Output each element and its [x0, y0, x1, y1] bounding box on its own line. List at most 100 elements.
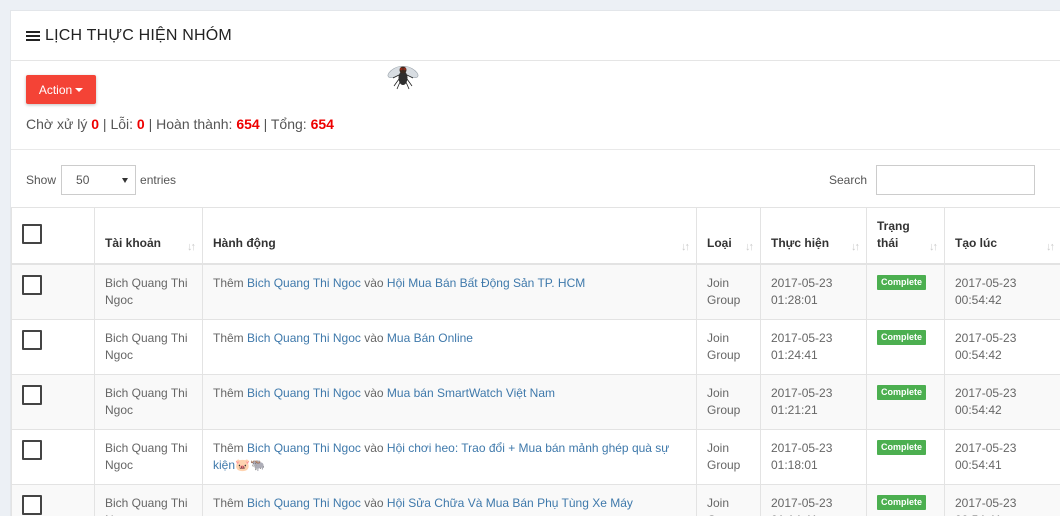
row-select-cell — [11, 263, 95, 320]
row-checkbox[interactable] — [22, 329, 42, 350]
error-count: 0 — [136, 116, 145, 132]
page-size-select[interactable]: 50 — [61, 165, 137, 195]
executed-cell: 2017-05-23 01:18:01 — [760, 428, 867, 485]
history-table: Tài khoản ↓↑ Hành động ↓↑ Loại ↓↑ Thực hiện… — [11, 207, 1060, 516]
type-cell: Join Group — [696, 318, 761, 375]
type-cell: Join Group — [696, 373, 761, 430]
row-checkbox[interactable] — [22, 274, 42, 295]
show-label: Show — [26, 173, 57, 187]
action-cell: Thêm Bich Quang Thi Ngoc vào Hội Mua Bán… — [202, 263, 697, 320]
created-cell: 2017-05-23 00:54:41 — [944, 483, 1060, 516]
pending-count: 0 — [91, 116, 100, 132]
pending-label: Chờ xử lý — [26, 116, 88, 132]
column-header-executed[interactable]: Thực hiện ↓↑ — [760, 207, 867, 265]
created-cell: 2017-05-23 00:54:42 — [944, 263, 1060, 320]
type-cell: Join Group — [696, 428, 761, 485]
created-cell: 2017-05-23 00:54:41 — [944, 428, 1060, 485]
status-cell: Complete — [866, 483, 945, 516]
status-badge: Complete — [877, 494, 927, 510]
status-badge: Complete — [877, 329, 927, 345]
action-prefix: Thêm — [213, 330, 244, 345]
action-cell: Thêm Bich Quang Thi Ngoc vào Mua bán Sma… — [202, 373, 697, 430]
action-prefix: Thêm — [213, 495, 244, 510]
row-checkbox[interactable] — [22, 439, 42, 460]
action-prefix: Thêm — [213, 385, 244, 400]
action-cell: Thêm Bich Quang Thi Ngoc vào Hội chơi he… — [202, 428, 697, 485]
status-cell: Complete — [866, 318, 945, 375]
action-dropdown-button[interactable]: Action — [26, 75, 96, 104]
account-cell: Bich Quang Thi Ngoc — [94, 373, 203, 430]
table-row: Bich Quang Thi NgocThêm Bich Quang Thi N… — [11, 428, 1060, 485]
table-header-row: Tài khoản ↓↑ Hành động ↓↑ Loại ↓↑ Thực hiện… — [11, 207, 1060, 265]
sort-icon: ↓↑ — [681, 240, 690, 253]
executed-cell: 2017-05-23 01:14:41 — [760, 483, 867, 516]
action-mid: vào — [364, 495, 384, 510]
group-link[interactable]: Mua bán SmartWatch Việt Nam — [387, 386, 555, 400]
row-select-cell — [11, 483, 95, 516]
executed-cell: 2017-05-23 01:21:21 — [760, 373, 867, 430]
entries-label: entries — [140, 173, 177, 187]
select-all-cell — [11, 207, 95, 265]
caret-down-icon — [75, 87, 84, 92]
action-mid: vào — [364, 440, 384, 455]
total-label: Tổng: — [270, 116, 307, 132]
created-cell: 2017-05-23 00:54:42 — [944, 318, 1060, 375]
column-header-status[interactable]: Trạng thái ↓↑ — [866, 207, 945, 265]
column-header-action[interactable]: Hành động ↓↑ — [202, 207, 697, 265]
page-title: LỊCH THỰC HIỆN NHÓM — [45, 26, 232, 44]
user-link[interactable]: Bich Quang Thi Ngoc — [247, 496, 361, 510]
table-row: Bich Quang Thi NgocThêm Bich Quang Thi N… — [11, 483, 1060, 516]
user-link[interactable]: Bich Quang Thi Ngoc — [247, 331, 361, 345]
action-button-label: Action — [38, 82, 73, 97]
page-size-value: 50 — [76, 173, 90, 187]
search-label: Search — [828, 173, 867, 187]
column-header-account[interactable]: Tài khoản ↓↑ — [94, 207, 203, 265]
page-size-control: Show 50 entries — [26, 165, 176, 195]
created-cell: 2017-05-23 00:54:42 — [944, 373, 1060, 430]
group-link[interactable]: Hội Mua Bán Bất Động Sản TP. HCM — [387, 276, 585, 290]
account-cell: Bich Quang Thi Ngoc — [94, 483, 203, 516]
sort-icon: ↓↑ — [187, 240, 196, 253]
column-header-created[interactable]: Tạo lúc ↓↑ — [944, 207, 1060, 265]
action-mid: vào — [364, 385, 384, 400]
table-row: Bich Quang Thi NgocThêm Bich Quang Thi N… — [11, 318, 1060, 375]
main-panel: LỊCH THỰC HIỆN NHÓM Action Chờ xử lý 0 |… — [10, 10, 1060, 516]
executed-cell: 2017-05-23 01:24:41 — [760, 318, 867, 375]
column-header-type[interactable]: Loại ↓↑ — [696, 207, 761, 265]
table-row: Bich Quang Thi NgocThêm Bich Quang Thi N… — [11, 373, 1060, 430]
action-mid: vào — [364, 275, 384, 290]
select-all-checkbox[interactable] — [22, 223, 42, 244]
action-cell: Thêm Bich Quang Thi Ngoc vào Mua Bán Onl… — [202, 318, 697, 375]
error-label: Lỗi: — [110, 116, 134, 132]
action-cell: Thêm Bich Quang Thi Ngoc vào Hội Sửa Chữ… — [202, 483, 697, 516]
action-prefix: Thêm — [213, 275, 244, 290]
sort-icon: ↓↑ — [851, 240, 860, 253]
row-checkbox[interactable] — [22, 494, 42, 515]
type-cell: Join Group — [696, 483, 761, 516]
type-cell: Join Group — [696, 263, 761, 320]
executed-cell: 2017-05-23 01:28:01 — [760, 263, 867, 320]
user-link[interactable]: Bich Quang Thi Ngoc — [247, 386, 361, 400]
status-cell: Complete — [866, 373, 945, 430]
user-link[interactable]: Bich Quang Thi Ngoc — [247, 276, 361, 290]
status-cell: Complete — [866, 428, 945, 485]
done-count: 654 — [236, 116, 260, 132]
row-select-cell — [11, 373, 95, 430]
group-link[interactable]: Hội Sửa Chữa Và Mua Bán Phụ Tùng Xe Máy — [387, 496, 633, 510]
status-badge: Complete — [877, 274, 927, 290]
table-row: Bich Quang Thi NgocThêm Bich Quang Thi N… — [11, 263, 1060, 320]
user-link[interactable]: Bich Quang Thi Ngoc — [247, 441, 361, 455]
search-input[interactable] — [876, 165, 1035, 195]
hamburger-icon — [26, 30, 40, 42]
divider — [11, 149, 1060, 150]
total-count: 654 — [310, 116, 334, 132]
status-badge: Complete — [877, 384, 927, 400]
group-link[interactable]: Mua Bán Online — [387, 331, 473, 345]
sort-icon: ↓↑ — [929, 240, 938, 253]
status-badge: Complete — [877, 439, 927, 455]
sort-icon: ↓↑ — [745, 240, 754, 253]
action-prefix: Thêm — [213, 440, 244, 455]
account-cell: Bich Quang Thi Ngoc — [94, 428, 203, 485]
row-checkbox[interactable] — [22, 384, 42, 405]
summary-stats: Chờ xử lý 0 | Lỗi: 0 | Hoàn thành: 654 |… — [26, 116, 334, 132]
